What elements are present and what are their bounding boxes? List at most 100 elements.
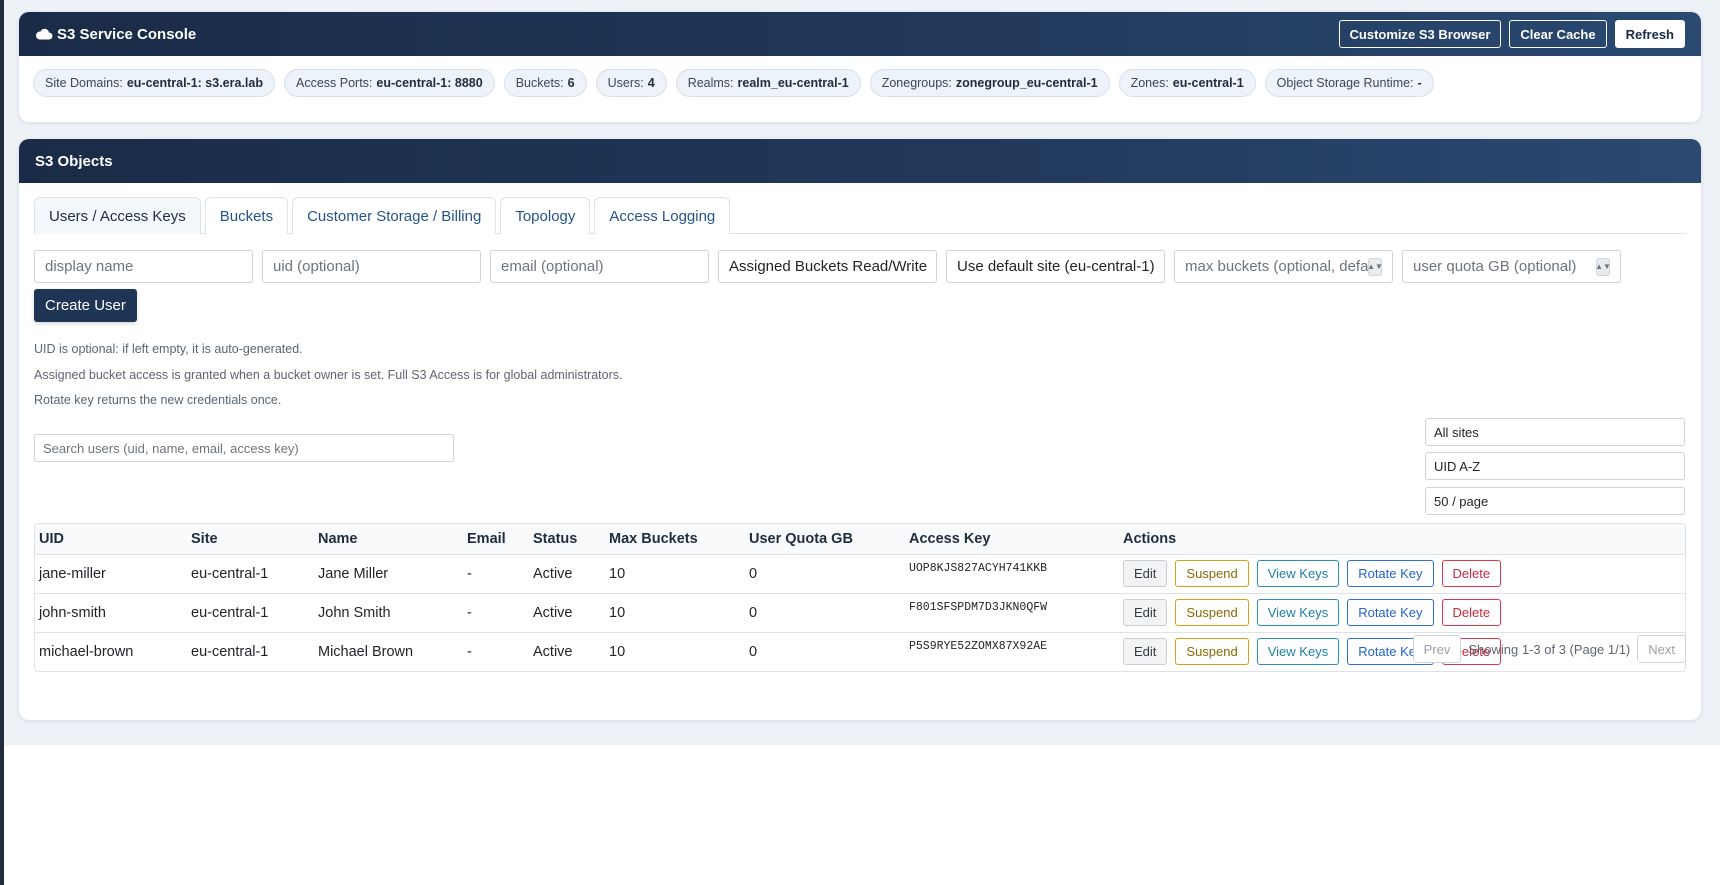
cell-uid: michael-brown bbox=[39, 643, 134, 660]
sort-select[interactable]: UID A-Z bbox=[1425, 452, 1685, 480]
chip-label: Access Ports: bbox=[295, 76, 373, 90]
page-size-select[interactable]: 50 / page bbox=[1425, 487, 1685, 515]
chip-object-storage-runtime: Object Storage Runtime: - bbox=[1264, 69, 1434, 97]
cell-email: - bbox=[467, 643, 472, 660]
chip-access-ports: Access Ports: eu-central-1: 8880 bbox=[283, 69, 495, 97]
console-card: S3 Service Console Customize S3 Browser … bbox=[19, 12, 1701, 122]
chip-value: 4 bbox=[647, 76, 655, 90]
s3-objects-title: S3 Objects bbox=[35, 152, 113, 170]
cell-actions: Edit Suspend View Keys Rotate Key Delete bbox=[1119, 593, 1685, 633]
display-name-input[interactable]: display name bbox=[34, 250, 253, 283]
suspend-button[interactable]: Suspend bbox=[1175, 599, 1249, 626]
cell-max-buckets: 10 bbox=[609, 643, 626, 660]
chip-label: Site Domains: bbox=[45, 76, 123, 90]
cell-site: eu-central-1 bbox=[191, 643, 269, 660]
chip-buckets: Buckets: 6 bbox=[503, 69, 587, 97]
create-user-form: display name uid (optional) email (optio… bbox=[34, 250, 1686, 283]
chip-value: zonegroup_eu-central-1 bbox=[955, 76, 1098, 90]
cell-status: Active bbox=[533, 643, 573, 660]
cell-name: Jane Miller bbox=[314, 554, 463, 594]
rotate-key-button[interactable]: Rotate Key bbox=[1347, 560, 1434, 587]
cell-quota: 0 bbox=[745, 554, 905, 594]
chip-label: Realms: bbox=[687, 76, 734, 90]
pagination: Prev Showing 1-3 of 3 (Page 1/1) Next bbox=[1412, 635, 1686, 663]
chip-value: eu-central-1 bbox=[1172, 76, 1244, 90]
refresh-button[interactable]: Refresh bbox=[1614, 20, 1685, 48]
site-select[interactable]: Use default site (eu-central-1) bbox=[946, 250, 1165, 283]
col-name: Name bbox=[314, 524, 463, 555]
next-page-button[interactable]: Next bbox=[1637, 635, 1686, 663]
left-edge-bar bbox=[0, 0, 4, 885]
chip-value: 6 bbox=[567, 76, 575, 90]
col-actions: Actions bbox=[1119, 524, 1685, 555]
edit-button[interactable]: Edit bbox=[1123, 560, 1168, 587]
chip-label: Object Storage Runtime: bbox=[1276, 76, 1414, 90]
col-max-buckets: Max Buckets bbox=[605, 524, 745, 555]
edit-button[interactable]: Edit bbox=[1123, 638, 1168, 666]
view-keys-button[interactable]: View Keys bbox=[1256, 560, 1340, 587]
col-email: Email bbox=[463, 524, 529, 555]
chip-site-domains: Site Domains: eu-central-1: s3.era.lab bbox=[33, 69, 275, 97]
tab-customer-storage-billing[interactable]: Customer Storage / Billing bbox=[292, 197, 497, 234]
cell-uid: john-smith bbox=[35, 593, 187, 633]
view-keys-button[interactable]: View Keys bbox=[1256, 638, 1340, 666]
suspend-button[interactable]: Suspend bbox=[1175, 560, 1249, 587]
cell-quota: 0 bbox=[749, 643, 758, 660]
site-filter-select[interactable]: All sites bbox=[1425, 418, 1685, 446]
tab-users-access-keys[interactable]: Users / Access Keys bbox=[34, 197, 201, 234]
info-chips: Site Domains: eu-central-1: s3.era.lab Ac… bbox=[19, 56, 1701, 110]
cell-email: - bbox=[463, 554, 529, 594]
cell-access-key: P5S9RYE52ZOMX87X92AE bbox=[909, 639, 1048, 653]
prev-page-button[interactable]: Prev bbox=[1412, 635, 1462, 663]
tab-bar: Users / Access Keys Buckets Customer Sto… bbox=[34, 197, 1686, 234]
chip-label: Buckets: bbox=[515, 76, 564, 90]
tab-access-logging[interactable]: Access Logging bbox=[594, 197, 731, 234]
col-status: Status bbox=[529, 524, 605, 555]
view-keys-button[interactable]: View Keys bbox=[1256, 599, 1340, 626]
chip-realms: Realms: realm_eu-central-1 bbox=[675, 69, 861, 97]
col-access-key: Access Key bbox=[905, 524, 1119, 555]
hint-rotate-key: Rotate key returns the new credentials o… bbox=[34, 393, 282, 407]
cell-status: Active bbox=[529, 554, 605, 594]
cell-name: John Smith bbox=[314, 593, 463, 633]
chip-zones: Zones: eu-central-1 bbox=[1118, 69, 1256, 97]
table-row: john-smith eu-central-1 John Smith - Act… bbox=[35, 593, 1685, 633]
cell-email: - bbox=[463, 593, 529, 633]
cloud-icon bbox=[35, 28, 53, 40]
create-user-button[interactable]: Create User bbox=[34, 289, 137, 322]
max-buckets-input[interactable]: max buckets (optional, default 10) ▲▼ bbox=[1174, 250, 1393, 283]
suspend-button[interactable]: Suspend bbox=[1175, 638, 1249, 666]
user-quota-placeholder: user quota GB (optional) bbox=[1413, 258, 1577, 275]
cell-max-buckets: 10 bbox=[605, 554, 745, 594]
rotate-key-button[interactable]: Rotate Key bbox=[1347, 599, 1434, 626]
s3-objects-card: S3 Objects Users / Access Keys Buckets C… bbox=[19, 139, 1701, 720]
clear-cache-button[interactable]: Clear Cache bbox=[1509, 20, 1607, 48]
col-user-quota: User Quota GB bbox=[745, 524, 905, 555]
uid-input[interactable]: uid (optional) bbox=[262, 250, 481, 283]
customize-s3-browser-button[interactable]: Customize S3 Browser bbox=[1338, 20, 1502, 48]
stepper-icon[interactable]: ▲▼ bbox=[1367, 257, 1383, 276]
cell-actions: Edit Suspend View Keys Rotate Key Delete bbox=[1119, 554, 1685, 594]
stepper-icon[interactable]: ▲▼ bbox=[1595, 257, 1611, 276]
cell-site: eu-central-1 bbox=[187, 554, 314, 594]
search-users-input[interactable]: Search users (uid, name, email, access k… bbox=[34, 434, 454, 462]
cell-access-key: F801SFSPDM7D3JKN0QFW bbox=[905, 593, 1119, 633]
user-quota-input[interactable]: user quota GB (optional) ▲▼ bbox=[1402, 250, 1621, 283]
delete-button[interactable]: Delete bbox=[1441, 599, 1502, 626]
cell-quota: 0 bbox=[745, 593, 905, 633]
access-select[interactable]: Assigned Buckets Read/Write bbox=[718, 250, 937, 283]
col-site: Site bbox=[187, 524, 314, 555]
hint-bucket-access: Assigned bucket access is granted when a… bbox=[34, 368, 623, 382]
chip-label: Users: bbox=[607, 76, 644, 90]
cell-name: Michael Brown bbox=[318, 643, 414, 660]
chip-label: Zonegroups: bbox=[881, 76, 952, 90]
cell-uid: jane-miller bbox=[35, 554, 187, 594]
chip-label: Zones: bbox=[1130, 76, 1169, 90]
chip-value: realm_eu-central-1 bbox=[737, 76, 849, 90]
cell-status: Active bbox=[529, 593, 605, 633]
delete-button[interactable]: Delete bbox=[1441, 560, 1502, 587]
tab-buckets[interactable]: Buckets bbox=[204, 197, 289, 234]
tab-topology[interactable]: Topology bbox=[500, 197, 591, 234]
email-input[interactable]: email (optional) bbox=[490, 250, 709, 283]
edit-button[interactable]: Edit bbox=[1123, 599, 1168, 626]
